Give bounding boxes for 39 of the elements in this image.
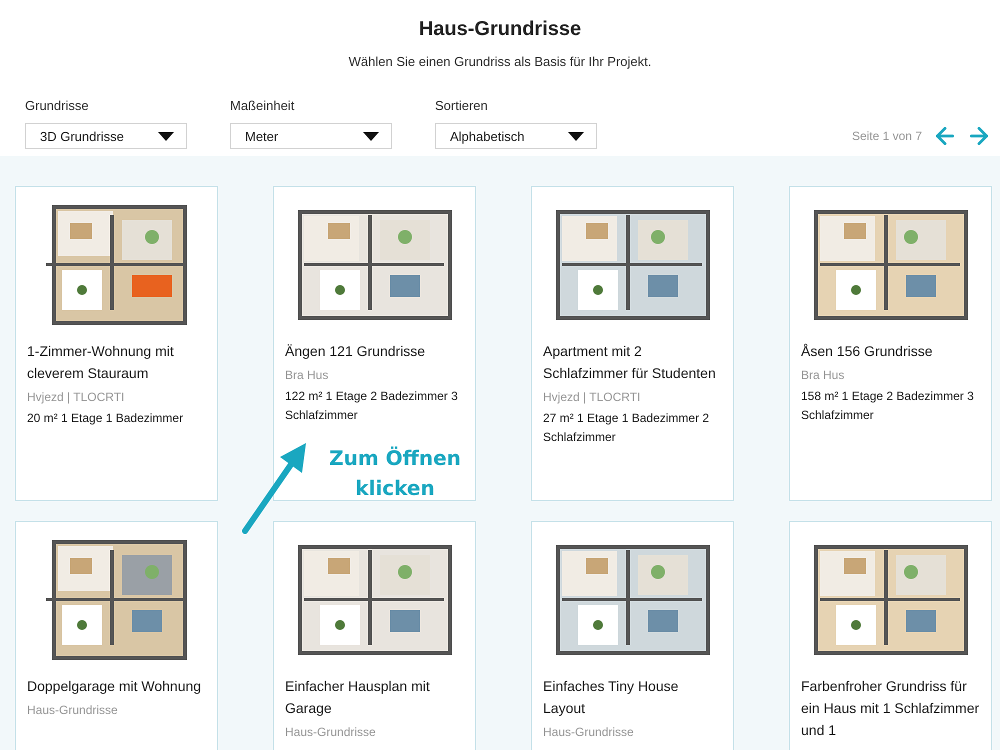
plan-card[interactable]: Apartment mit 2 Schlafzimmer für Studenten Hvjezd | TLOCRTI 27 m² 1 Etage 1 Badezimmer 2 Schlafzimmer bbox=[531, 186, 734, 501]
plan-title: Einfaches Tiny House Layout bbox=[542, 677, 680, 718]
dropdown[interactable]: 3D Grundrisse bbox=[25, 123, 187, 149]
plan-source: Bra Hus bbox=[284, 368, 330, 382]
plan-source: Haus-Grundrisse bbox=[542, 725, 635, 739]
plan-card[interactable]: Farbenfroher Grundriss für ein Haus mit 1 Schlafzimmer und 1 bbox=[789, 521, 992, 750]
callout-text: Zum Öffnen klicken bbox=[328, 445, 462, 502]
plan-title: Ängen 121 Grundrisse bbox=[284, 342, 426, 361]
plan-source: Hvjezd | TLOCRTI bbox=[542, 390, 642, 404]
filter-label: Grundrisse bbox=[25, 98, 90, 113]
page-indicator: Seite 1 von 7 bbox=[852, 129, 922, 143]
caret-icon bbox=[363, 132, 379, 140]
plan-details: 27 m² 1 Etage 1 Badezimmer 2 Schlafzimmer bbox=[542, 410, 710, 446]
plan-title: Farbenfroher Grundriss für ein Haus mit 1 Schlafzimmer und 1 bbox=[800, 677, 980, 740]
plan-details: 122 m² 1 Etage 2 Badezimmer 3 Schlafzimmer bbox=[284, 388, 459, 424]
plan-card[interactable]: Einfaches Tiny House Layout Haus-Grundrisse bbox=[531, 521, 734, 750]
dropdown[interactable]: Meter bbox=[230, 123, 392, 149]
plan-title: Åsen 156 Grundrisse bbox=[800, 342, 934, 361]
plan-title: Apartment mit 2 Schlafzimmer für Studenten bbox=[542, 342, 717, 383]
plan-title: 1-Zimmer-Wohnung mit cleverem Stauraum bbox=[26, 342, 175, 383]
dropdown[interactable]: Alphabetisch bbox=[435, 123, 597, 149]
plan-title: Doppelgarage mit Wohnung bbox=[26, 677, 202, 696]
plan-details: 158 m² 1 Etage 2 Badezimmer 3 Schlafzimmer bbox=[800, 388, 975, 424]
plan-card[interactable]: Einfacher Hausplan mit Garage Haus-Grundrisse bbox=[273, 521, 476, 750]
caret-icon bbox=[158, 132, 174, 140]
plan-source: Haus-Grundrisse bbox=[284, 725, 377, 739]
plan-source: Haus-Grundrisse bbox=[26, 703, 119, 717]
plan-source: Hvjezd | TLOCRTI bbox=[26, 390, 126, 404]
page-subtitle: Wählen Sie einen Grundriss als Basis für Ihr Projekt. bbox=[348, 54, 652, 69]
plan-card[interactable]: Åsen 156 Grundrisse Bra Hus 158 m² 1 Etage 2 Badezimmer 3 Schlafzimmer bbox=[789, 186, 992, 501]
plan-title: Einfacher Hausplan mit Garage bbox=[284, 677, 431, 718]
plan-details: 20 m² 1 Etage 1 Badezimmer bbox=[26, 410, 184, 427]
filter-label: Sortieren bbox=[435, 98, 489, 113]
caret-icon bbox=[568, 132, 584, 140]
filter-label: Maßeinheit bbox=[230, 98, 296, 113]
page-title: Haus-Grundrisse bbox=[418, 18, 582, 41]
plan-source: Bra Hus bbox=[800, 368, 846, 382]
plan-card[interactable]: 1-Zimmer-Wohnung mit cleverem Stauraum Hvjezd | TLOCRTI 20 m² 1 Etage 1 Badezimmer bbox=[15, 186, 218, 501]
plan-card[interactable]: Doppelgarage mit Wohnung Haus-Grundrisse bbox=[15, 521, 218, 750]
